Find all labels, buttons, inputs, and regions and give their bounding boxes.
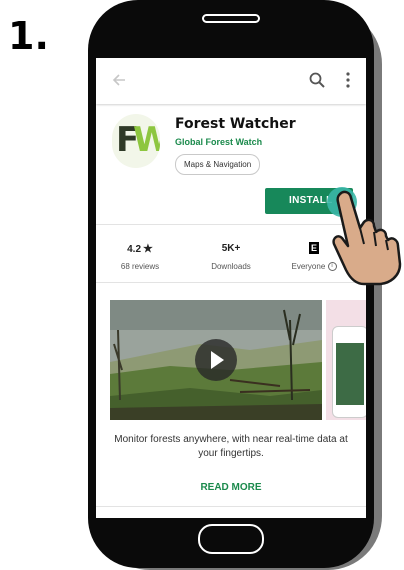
phone-home-button[interactable] — [198, 524, 264, 554]
top-app-bar — [96, 58, 366, 104]
app-description: Monitor forests anywhere, with near real… — [114, 434, 348, 459]
downloads-value: 5K+ — [221, 243, 241, 254]
divider — [96, 506, 366, 507]
category-chip[interactable]: Maps & Navigation — [175, 154, 261, 175]
play-button[interactable] — [195, 339, 237, 381]
screenshot-map — [336, 343, 364, 405]
play-icon — [211, 351, 224, 369]
read-more-link[interactable]: READ MORE — [96, 482, 366, 493]
rating-stat[interactable]: 4.2 ★ 68 reviews — [100, 242, 180, 271]
downloads-stat: 5K+ Downloads — [191, 242, 271, 271]
developer-link[interactable]: Global Forest Watch — [175, 137, 262, 147]
more-vert-icon[interactable] — [344, 71, 352, 89]
phone-speaker — [202, 14, 260, 23]
step-number: 1. — [8, 14, 49, 58]
app-title: Forest Watcher — [175, 116, 296, 132]
rating-value: 4.2 — [127, 244, 142, 255]
app-screenshot-thumbnail[interactable] — [326, 300, 366, 420]
downloads-label: Downloads — [211, 262, 251, 271]
video-thumbnail[interactable] — [110, 300, 322, 420]
pointing-hand-icon — [327, 187, 402, 286]
search-icon[interactable] — [308, 71, 326, 89]
back-arrow-icon[interactable] — [110, 70, 130, 90]
logo-letter-w: W — [133, 120, 160, 160]
reviews-count: 68 reviews — [120, 262, 160, 271]
app-logo: F W — [112, 114, 160, 168]
screenshot-phone — [332, 326, 366, 418]
star-icon: ★ — [143, 243, 153, 255]
